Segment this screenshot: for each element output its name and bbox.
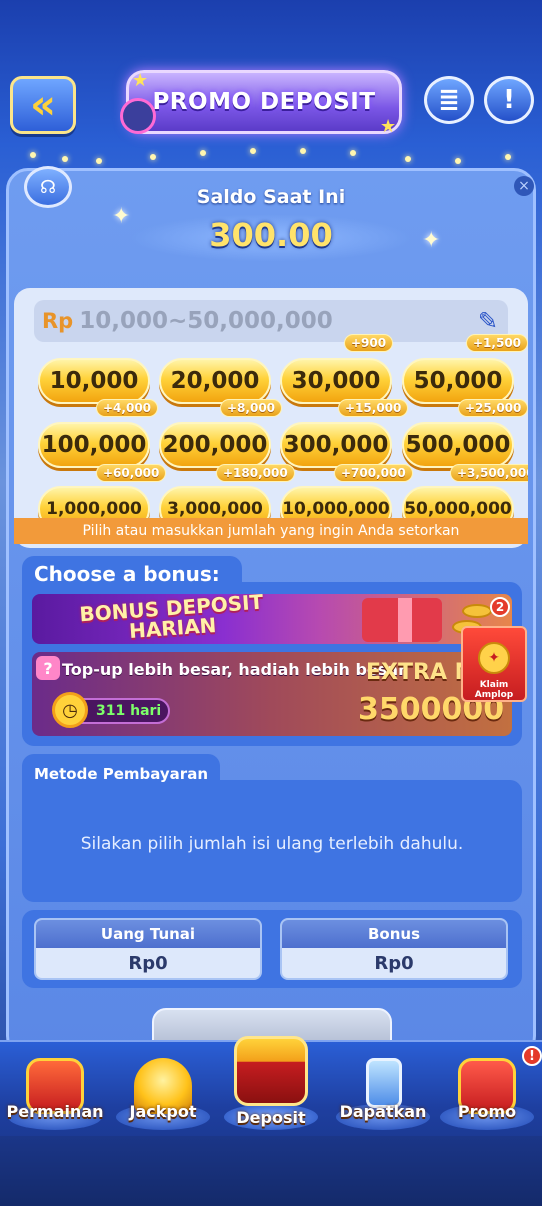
exclamation-icon: ! [503,85,515,115]
bonus-tag: +8,000 [220,399,283,417]
bonus-tag: +700,000 [334,464,413,482]
envelope-seal-icon: ✦ [478,642,510,674]
star-icon: ★ [380,116,397,137]
nav-item-promo[interactable]: ! Promo [432,1046,542,1136]
amount-chip[interactable]: 100,000 [38,422,150,468]
page-title: PROMO DEPOSIT [152,89,376,115]
double-chevron-left-icon: « [30,82,56,128]
nav-item-jackpot[interactable]: Jackpot [108,1046,218,1136]
amount-placeholder: 10,000~50,000,000 [79,308,333,334]
bonus-tag: +900 [344,334,394,352]
amount-chip[interactable]: 200,000 [159,422,271,468]
amount-hint: Pilih atau masukkan jumlah yang ingin An… [14,518,528,544]
bonus-tag: +25,000 [458,399,528,417]
balance-value: 300.00 [209,216,333,254]
question-icon[interactable]: ? [36,656,60,680]
claim-envelope-label[interactable]: Klaim Amplop [461,680,527,700]
amount-chip[interactable]: 20,000 [159,358,271,404]
nav-label: Jackpot [129,1102,197,1121]
payment-empty-message: Silakan pilih jumlah isi ulang terlebih … [80,834,464,854]
back-button[interactable]: « [10,76,76,134]
cash-value: Rp0 [128,952,168,974]
amount-chip[interactable]: 300,000 [280,422,392,468]
cash-summary-card: Uang Tunai Rp0 [34,918,262,980]
extra-bonus-description: Top-up lebih besar, hadiah lebih besar [62,660,406,679]
string-lights-decoration [0,146,542,170]
amount-chip[interactable]: 10,000 [38,358,150,404]
extra-bonus-title: EXTRA MA [366,660,462,685]
gift-ribbon-decoration [398,598,412,642]
bonus-tag: +3,500,000 [450,464,528,482]
daily-bonus-title: BONUS DEPOSIT HARIAN [78,594,264,643]
page-title-banner: PROMO DEPOSIT [126,70,402,134]
bonus-summary-card: Bonus Rp0 [280,918,508,980]
bonus-value: Rp0 [374,952,414,974]
amount-input[interactable]: Rp 10,000~50,000,000 ✎ [34,300,508,342]
bonus-section-title: Choose a bonus: [34,562,220,586]
amount-selection-area: Rp 10,000~50,000,000 ✎ 10,000 20,000 30,… [14,288,528,548]
phone-coins-icon [366,1058,402,1108]
pencil-icon[interactable]: ✎ [478,307,498,335]
notification-badge: 2 [490,597,510,617]
nav-item-deposit[interactable]: Deposit [216,1036,326,1136]
star-icon: ★ [132,70,149,91]
cash-label: Uang Tunai [36,920,260,948]
amount-chip[interactable]: 500,000 [402,422,514,468]
notification-badge: ! [522,1046,542,1066]
bottom-background [0,1136,542,1206]
payment-section-title: Metode Pembayaran [34,765,209,783]
info-button[interactable]: ! [484,76,534,124]
nav-label: Promo [457,1102,517,1121]
bonus-tag: +180,000 [216,464,295,482]
bonus-tag: +1,500 [466,334,528,352]
coin-icon [462,604,492,618]
nav-label: Permainan [6,1102,104,1121]
history-button[interactable]: ≣ [424,76,474,124]
amount-chip[interactable]: 50,000 [402,358,514,404]
nav-label: Dapatkan [339,1102,427,1121]
daily-deposit-bonus-banner[interactable]: BONUS DEPOSIT HARIAN [32,594,512,644]
balance-label: Saldo Saat Ini [196,186,346,208]
headphones-decoration-icon [120,98,156,134]
bonus-tag: +4,000 [96,399,159,417]
bonus-label: Bonus [282,920,506,948]
days-remaining: 311 hari [96,703,162,719]
bonus-tag: +60,000 [96,464,167,482]
bonus-tag: +15,000 [338,399,409,417]
currency-label: Rp [42,309,74,333]
sparkle-icon: ✦ [422,228,441,253]
nav-label: Deposit [236,1108,306,1127]
sparkle-icon: ✦ [112,204,131,229]
nav-item-permainan[interactable]: Permainan [0,1046,110,1136]
treasure-chest-icon [234,1036,308,1106]
clock-icon: ◷ [52,692,88,728]
nav-item-dapatkan[interactable]: Dapatkan [328,1046,438,1136]
amount-chip[interactable]: 30,000 [280,358,392,404]
receipt-search-icon: ≣ [438,85,460,115]
